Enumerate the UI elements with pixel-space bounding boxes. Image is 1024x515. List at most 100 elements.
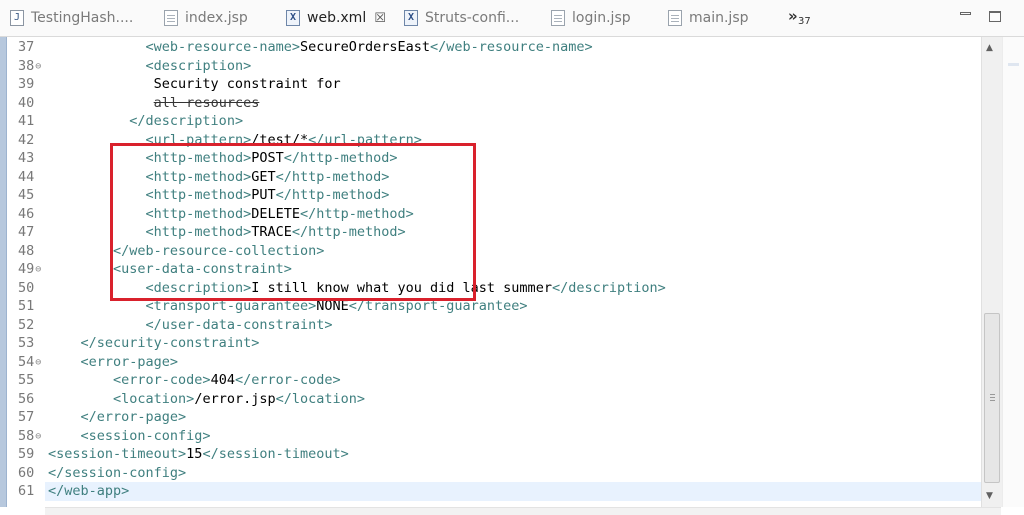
code-line[interactable]: </security-constraint> (45, 334, 981, 353)
code-text: <location>/error.jsp</location> (48, 390, 365, 409)
code-text: </web-app> (48, 482, 129, 501)
code-text: <session-config> (48, 427, 211, 446)
tab-label: login.jsp (572, 10, 631, 26)
xml-tag: </session-timeout> (202, 446, 349, 462)
code-text: </user-data-constraint> (48, 316, 333, 335)
line-number: 55 (18, 372, 35, 388)
line-number: 49⊖ (18, 261, 42, 277)
vertical-scrollbar[interactable]: ▲ ▼ (981, 37, 1002, 507)
code-line[interactable]: </web-app> (45, 482, 981, 501)
xml-tag: </security-constraint> (80, 335, 260, 351)
line-number: 42 (18, 131, 35, 148)
jsp-file-icon (668, 10, 682, 26)
tab-testinghash[interactable]: J TestingHash.... (10, 4, 133, 32)
minimize-icon[interactable] (960, 12, 971, 15)
code-line[interactable]: </session-config> (45, 464, 981, 483)
fold-collapse-icon[interactable]: ⊖ (35, 431, 41, 442)
code-line[interactable]: <location>/error.jsp</location> (45, 390, 981, 409)
tab-login-jsp[interactable]: login.jsp (551, 4, 631, 32)
tab-overflow-chevron-icon[interactable]: » (788, 7, 798, 25)
xml-text: Security constraint for (48, 76, 341, 92)
line-number: 39 (18, 76, 35, 92)
close-tab-icon[interactable]: ☒ (374, 11, 386, 26)
scroll-up-arrow-icon[interactable]: ▲ (986, 43, 993, 53)
xml-file-icon: X (404, 10, 418, 26)
line-number: 52 (18, 316, 35, 333)
fold-collapse-icon[interactable]: ⊖ (35, 357, 41, 368)
xml-tag: <session-config> (80, 427, 211, 444)
xml-text: /error.jsp (194, 390, 276, 407)
xml-tag: </error-code> (234, 372, 341, 388)
line-number: 43 (18, 150, 35, 166)
code-text: <session-timeout>15</session-timeout> (48, 445, 349, 464)
code-line[interactable]: <web-resource-name>SecureOrdersEast</web… (45, 38, 981, 57)
code-line[interactable]: <description> (45, 57, 981, 76)
code-text: <web-resource-name>SecureOrdersEast</web… (48, 38, 593, 57)
overview-ruler[interactable] (1002, 37, 1024, 507)
xml-tag: </user-data-constraint> (145, 316, 333, 333)
line-number: 50 (18, 279, 35, 296)
code-line[interactable]: Security constraint for (45, 75, 981, 94)
tab-web-xml[interactable]: X web.xml ☒ (286, 4, 386, 32)
grip-icon (990, 394, 995, 395)
xml-text (48, 39, 146, 55)
scrollbar-thumb[interactable] (984, 313, 1000, 483)
tab-label: TestingHash.... (31, 10, 134, 26)
xml-tag: </session-config> (48, 464, 187, 481)
fold-collapse-icon[interactable]: ⊖ (35, 61, 41, 72)
tab-struts-config[interactable]: X Struts-confi... (404, 4, 519, 32)
line-number: 56 (18, 390, 35, 407)
line-number: 53 (18, 335, 35, 351)
maximize-icon[interactable] (989, 11, 1001, 22)
xml-text: SecureOrdersEast (299, 39, 431, 55)
code-line[interactable]: </error-page> (45, 408, 981, 427)
line-number: 51 (18, 298, 35, 314)
line-number: 47 (18, 224, 35, 240)
line-number: 59 (18, 446, 35, 462)
tab-label: index.jsp (185, 10, 248, 26)
tab-overflow-count: 37 (798, 16, 811, 27)
xml-text (48, 113, 129, 129)
code-text: <error-page> (48, 353, 179, 372)
xml-editor[interactable]: <web-resource-name>SecureOrdersEast</web… (0, 37, 1024, 515)
code-line[interactable]: </description> (45, 112, 981, 131)
code-line[interactable]: <error-code>404</error-code> (45, 371, 981, 390)
code-line[interactable]: all resources (45, 94, 981, 113)
xml-text: 404 (210, 372, 235, 388)
code-text: Security constraint for (48, 75, 341, 94)
xml-tag: </description> (551, 279, 666, 296)
editor-left-ruler (0, 37, 7, 507)
code-text: </security-constraint> (48, 334, 260, 353)
code-text: </description> (48, 112, 243, 131)
xml-text: 15 (186, 446, 203, 462)
line-number: 38⊖ (18, 57, 42, 74)
line-number: 57 (18, 409, 35, 425)
line-number: 37 (18, 39, 35, 55)
line-number: 44 (18, 168, 35, 185)
code-line[interactable]: <session-config> (45, 427, 981, 446)
red-highlight-box (110, 143, 476, 301)
tab-main-jsp[interactable]: main.jsp (668, 4, 749, 32)
fold-collapse-icon[interactable]: ⊖ (35, 264, 41, 275)
tab-index-jsp[interactable]: index.jsp (164, 4, 248, 32)
line-number: 54⊖ (18, 353, 42, 370)
code-text: <description> (48, 57, 252, 76)
jsp-file-icon (551, 10, 565, 26)
xml-tag: <error-page> (80, 353, 179, 370)
xml-tag: <description> (145, 57, 252, 74)
line-number: 48 (18, 242, 35, 259)
xml-tag: <location> (113, 390, 195, 407)
xml-text (48, 95, 154, 111)
xml-tag: <error-code> (113, 372, 211, 388)
tab-label: web.xml (307, 10, 367, 26)
code-line[interactable]: <error-page> (45, 353, 981, 372)
line-number: 45 (18, 187, 35, 203)
xml-text (48, 58, 146, 74)
xml-tag: <session-timeout> (48, 446, 187, 462)
code-line[interactable]: <session-timeout>15</session-timeout> (45, 445, 981, 464)
code-line[interactable]: </user-data-constraint> (45, 316, 981, 335)
overview-marker (1008, 63, 1019, 66)
scroll-down-arrow-icon[interactable]: ▼ (986, 491, 993, 501)
line-number: 40 (18, 94, 35, 111)
xml-text: all resources (153, 94, 260, 111)
